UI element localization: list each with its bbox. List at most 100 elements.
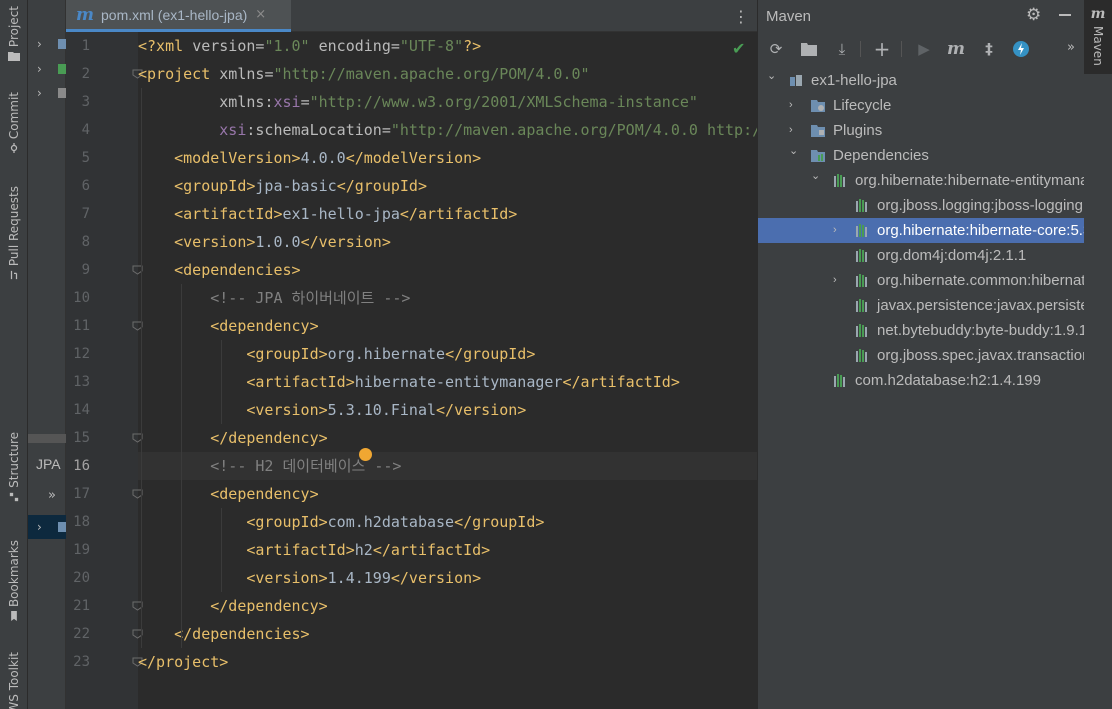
code-line-23: </project>	[138, 648, 757, 676]
code-line-16: <!-- H2 데이터베이스 -->	[138, 452, 757, 480]
line-number: 4	[81, 122, 90, 138]
library-icon	[856, 199, 867, 212]
eq: =	[381, 121, 391, 139]
xml-tag: </dependencies>	[174, 625, 310, 643]
maven-tree-item-dom4j[interactable]: org.dom4j:dom4j:2.1.1	[758, 243, 1085, 268]
library-icon	[856, 299, 867, 312]
gear-icon[interactable]: ⚙	[1026, 5, 1041, 25]
maven-icon: m	[1090, 6, 1106, 22]
tool-tab-project[interactable]: Project	[0, 6, 28, 62]
chevron-right-icon[interactable]: ›	[833, 218, 837, 243]
add-icon[interactable]: +	[871, 37, 893, 61]
xml-tag: <dependency>	[210, 317, 319, 335]
project-tree-row[interactable]: ›	[28, 81, 66, 105]
maven-project-icon	[790, 75, 802, 86]
tool-tab-maven[interactable]: m Maven	[1084, 0, 1112, 74]
xml-attr-version: version	[192, 37, 256, 55]
project-tree-row[interactable]: ›	[28, 32, 66, 56]
no-problems-check-icon[interactable]: ✔	[732, 39, 745, 58]
line-number: 21	[73, 598, 90, 614]
line-number: 1	[81, 38, 90, 54]
maven-tree-item-label: Dependencies	[833, 147, 929, 164]
tool-tab-structure[interactable]: Structure	[0, 432, 28, 502]
download-icon[interactable]: ⤓	[831, 38, 853, 60]
xml-tag: </dependency>	[210, 429, 328, 447]
maven-toolbar-more-button[interactable]: »	[1067, 40, 1075, 55]
code-area[interactable]: <?xml version="1.0" encoding="UTF-8"?> <…	[138, 32, 757, 709]
line-number-gutter: 1 2 3 4 5 6 7 8 9 10 11 12 13 14 15 16 17 18 19 20 21 22 23	[66, 32, 143, 709]
maven-tree-item-lifecycle[interactable]: › Lifecycle	[758, 93, 1085, 118]
chevron-down-icon[interactable]: ⌄	[767, 68, 776, 89]
chevron-right-icon: ›	[37, 62, 42, 76]
xml-tag: <version>	[174, 233, 256, 251]
code-line-9: <dependencies>	[138, 256, 757, 284]
maven-tree-item-label: ex1-hello-jpa	[811, 72, 897, 89]
maven-tree-item-label: org.jboss.spec.javax.transaction:jboss-t…	[877, 347, 1085, 364]
maven-tree-item-dependencies[interactable]: ⌄ Dependencies	[758, 143, 1085, 168]
run-icon[interactable]: ▶	[913, 38, 935, 60]
xml-tag: </groupId>	[445, 345, 536, 363]
folder-refresh-icon[interactable]	[798, 38, 820, 60]
code-line-5: <modelVersion>4.0.0</modelVersion>	[138, 144, 757, 172]
chevron-right-icon[interactable]: ›	[833, 268, 837, 293]
scratches-icon	[58, 88, 66, 98]
line-number: 17	[73, 486, 90, 502]
tool-tab-commit[interactable]: Commit	[0, 92, 28, 154]
chevron-right-icon[interactable]: ›	[789, 93, 793, 118]
xml-tag: <version>	[246, 569, 328, 587]
minimize-icon[interactable]	[1059, 14, 1071, 16]
maven-tree-item-hibernate-commons-annotations[interactable]: › org.hibernate.common:hibernate-commons-…	[758, 268, 1085, 293]
maven-tool-window: Maven ⚙ ⟳ ⤓ + ▶ m ‡ ⌄ ex1-hello-jpa › Lifec…	[757, 0, 1085, 709]
chevron-right-icon: ›	[37, 86, 42, 100]
pull-request-icon	[10, 270, 18, 280]
maven-tree-item-byte-buddy[interactable]: net.bytebuddy:byte-buddy:1.9.10	[758, 318, 1085, 343]
line-number: 7	[81, 206, 90, 222]
maven-tree-item-hibernate-entitymanager[interactable]: ⌄org.hibernate:hibernate-entitymanager:5…	[758, 168, 1085, 193]
project-tree-row[interactable]: ›	[28, 57, 66, 81]
show-dependencies-icon[interactable]	[1010, 38, 1032, 60]
editor-tab-pom-xml[interactable]: m pom.xml (ex1-hello-jpa) ×	[66, 0, 291, 32]
line-number: 13	[73, 374, 90, 390]
tool-tab-pull-requests[interactable]: Pull Requests	[0, 186, 28, 280]
maven-tree-item-h2[interactable]: com.h2database:h2:1.4.199	[758, 368, 1085, 393]
tool-tab-commit-label: Commit	[7, 92, 21, 140]
xml-tag: <dependencies>	[174, 261, 301, 279]
tool-tab-aws-toolkit[interactable]: AWS Toolkit	[0, 652, 28, 709]
xml-text: h2	[354, 541, 373, 559]
xml-tag: </artifactId>	[399, 205, 518, 223]
more-options-icon[interactable]: ⋮	[733, 7, 749, 26]
maven-tree-item-jboss-logging[interactable]: org.jboss.logging:jboss-logging:3.3.2.Fi…	[758, 193, 1085, 218]
intention-bulb-icon[interactable]	[359, 448, 372, 461]
code-line-13: <artifactId>hibernate-entitymanager</art…	[138, 368, 757, 396]
chevron-down-icon[interactable]: ⌄	[789, 139, 798, 164]
library-icon	[834, 374, 845, 387]
line-number: 6	[81, 178, 90, 194]
structure-icon	[9, 492, 19, 501]
execute-goal-icon[interactable]: m	[945, 38, 967, 60]
xml-decl-open: <?xml	[138, 37, 193, 55]
jpa-tree-row[interactable]: ›	[28, 515, 66, 539]
reload-icon[interactable]: ⟳	[765, 38, 787, 60]
panel-splitter[interactable]	[28, 434, 66, 443]
maven-tree-item-ex1-hello-jpa[interactable]: ⌄ ex1-hello-jpa	[758, 68, 1085, 93]
toggle-skip-tests-icon[interactable]: ‡	[978, 38, 1000, 60]
xml-text: 5.3.10.Final	[327, 401, 437, 419]
xml-value: "http://www.w3.org/2001/XMLSchema-instan…	[309, 93, 698, 111]
jpa-panel-more-button[interactable]: »	[48, 488, 56, 503]
xml-tag: <project	[138, 65, 220, 83]
code-line-7: <artifactId>ex1-hello-jpa</artifactId>	[138, 200, 757, 228]
tool-tab-bookmarks[interactable]: Bookmarks	[0, 540, 28, 622]
editor-tab-bar: m pom.xml (ex1-hello-jpa) × ⋮	[66, 0, 757, 32]
xml-text: org.hibernate	[327, 345, 446, 363]
code-line-4: xsi:schemaLocation="http://maven.apache.…	[138, 116, 757, 144]
close-icon[interactable]: ×	[255, 7, 266, 22]
xml-tag: </artifactId>	[562, 373, 680, 391]
tool-tab-pull-requests-label: Pull Requests	[7, 186, 21, 267]
maven-tree-item-jboss-transaction-api[interactable]: org.jboss.spec.javax.transaction:jboss-t…	[758, 343, 1085, 368]
chevron-down-icon[interactable]: ⌄	[811, 164, 820, 189]
xml-tag: </dependency>	[210, 597, 328, 615]
library-icon	[856, 349, 867, 362]
maven-tree-item-javax-persistence-api[interactable]: javax.persistence:javax.persistence-api:…	[758, 293, 1085, 318]
maven-tree-item-hibernate-core[interactable]: › org.hibernate:hibernate-core:5.3.10.Fin…	[758, 218, 1085, 243]
maven-tree-item-plugins[interactable]: › Plugins	[758, 118, 1085, 143]
